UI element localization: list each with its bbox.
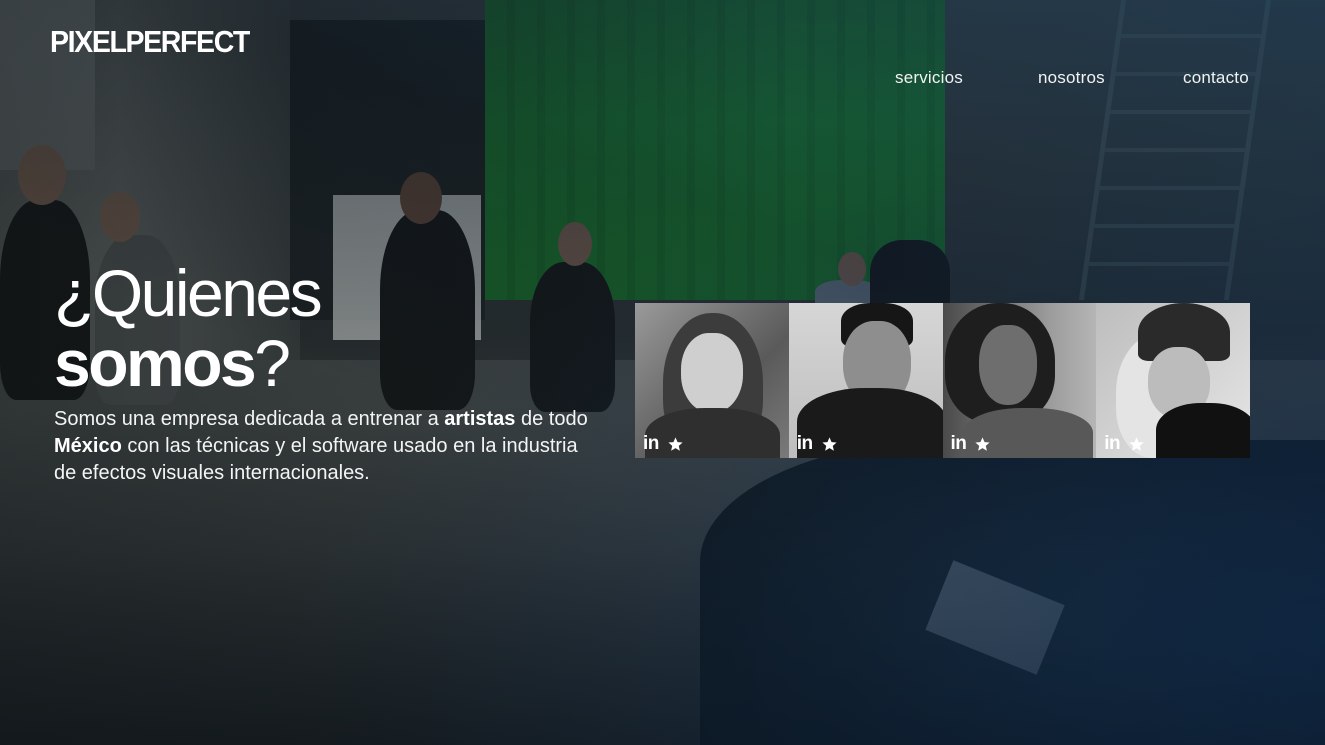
main-nav: servicios nosotros contacto bbox=[0, 68, 1325, 94]
linkedin-icon[interactable]: in bbox=[797, 434, 813, 454]
intro-bold-artistas: artistas bbox=[444, 408, 516, 430]
page-title: ¿Quienes somos? bbox=[54, 256, 323, 396]
member-social-links: in bbox=[797, 434, 838, 454]
star-icon[interactable] bbox=[974, 436, 991, 453]
star-icon[interactable] bbox=[1128, 436, 1145, 453]
member-social-links: in bbox=[951, 434, 992, 454]
team-gallery: in in in in bbox=[635, 303, 1250, 458]
brand-logo[interactable]: PIXELPERFECT bbox=[50, 24, 250, 60]
nav-link-servicios[interactable]: servicios bbox=[895, 68, 963, 88]
title-line-2: somos? bbox=[54, 330, 320, 396]
member-social-links: in bbox=[643, 434, 684, 454]
linkedin-icon[interactable]: in bbox=[1104, 434, 1120, 454]
intro-paragraph: Somos una empresa dedicada a entrenar a … bbox=[54, 406, 594, 487]
intro-text-1: Somos una empresa dedicada a entrenar a bbox=[54, 408, 445, 430]
title-bold-word: somos bbox=[54, 326, 257, 400]
nav-link-contacto[interactable]: contacto bbox=[1183, 68, 1249, 88]
title-question-mark: ? bbox=[254, 326, 291, 400]
team-member-card: in bbox=[1096, 303, 1250, 458]
intro-text-2: de todo bbox=[515, 408, 588, 430]
intro-text-3: con las técnicas y el software usado en … bbox=[54, 435, 578, 484]
title-line-1: ¿Quienes bbox=[54, 256, 323, 330]
team-member-card: in bbox=[788, 303, 943, 458]
page: PIXELPERFECT servicios nosotros contacto… bbox=[0, 0, 1325, 745]
intro-bold-mexico: México bbox=[54, 435, 122, 457]
linkedin-icon[interactable]: in bbox=[643, 434, 659, 454]
team-member-card: in bbox=[942, 303, 1097, 458]
nav-link-nosotros[interactable]: nosotros bbox=[1038, 68, 1105, 88]
star-icon[interactable] bbox=[667, 436, 684, 453]
member-social-links: in bbox=[1104, 434, 1145, 454]
star-icon[interactable] bbox=[821, 436, 838, 453]
linkedin-icon[interactable]: in bbox=[951, 434, 967, 454]
team-member-card: in bbox=[635, 303, 789, 458]
